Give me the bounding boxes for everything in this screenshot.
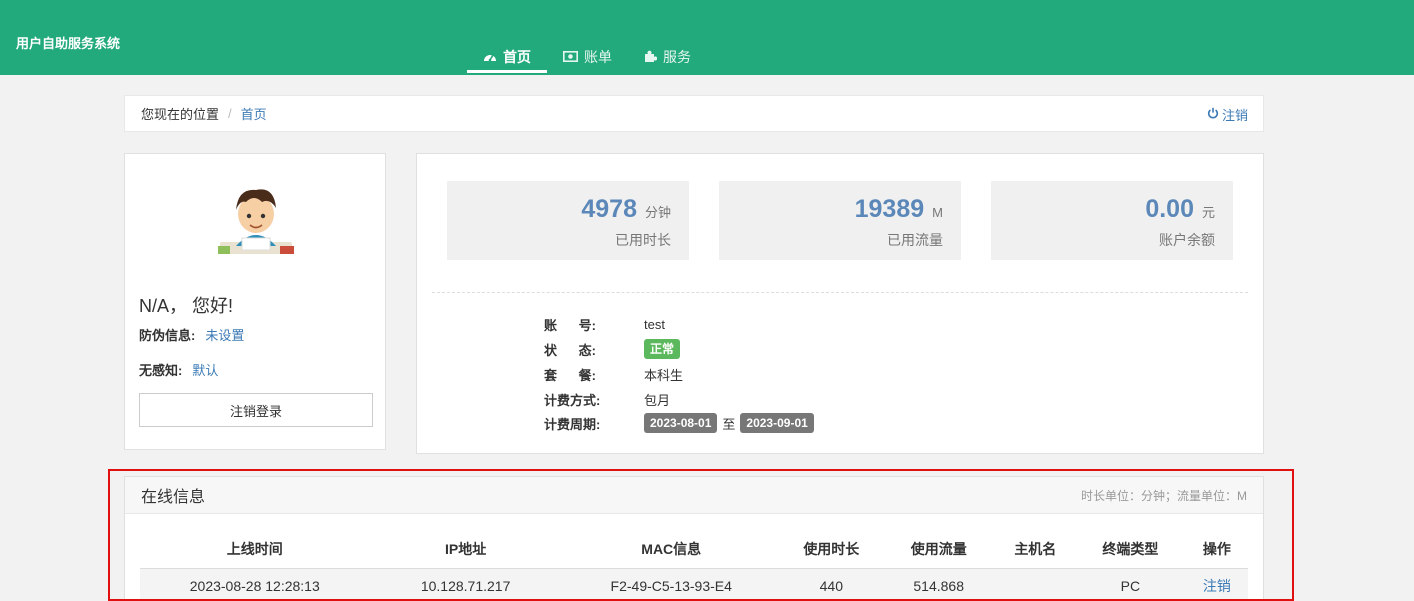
nav-home[interactable]: 首页 (467, 40, 547, 73)
col-traffic: 使用流量 (881, 530, 996, 569)
seamless-row: 无感知: 默认 (139, 360, 218, 379)
stat-traffic: 19389 M 已用流量 (719, 181, 961, 260)
online-table: 上线时间 IP地址 MAC信息 使用时长 使用流量 主机名 终端类型 操作 20… (140, 530, 1248, 601)
account-status-label: 状 态: (544, 342, 597, 358)
user-greeting: N/A， 您好! (139, 296, 234, 316)
cell-terminal: PC (1075, 568, 1186, 601)
nav-bill-label: 账单 (584, 48, 612, 65)
account-plan-row: 套 餐: 本科生 (544, 365, 683, 384)
stat-duration-label: 已用时长 (615, 232, 671, 248)
col-ip: IP地址 (369, 530, 562, 569)
stat-balance: 0.00 元 账户余额 (991, 181, 1233, 260)
table-header-row: 上线时间 IP地址 MAC信息 使用时长 使用流量 主机名 终端类型 操作 (140, 530, 1248, 569)
stat-balance-value: 0.00 (1145, 195, 1194, 223)
online-info-header: 在线信息 时长单位：分钟；流量单位：M (125, 477, 1263, 514)
account-id-value: test (644, 317, 665, 332)
cell-hostname (995, 568, 1076, 601)
stat-duration-unit: 分钟 (644, 205, 671, 220)
dashboard-icon (483, 51, 497, 63)
account-id-row: 账 号: test (544, 315, 665, 334)
stat-balance-unit: 元 (1201, 205, 1215, 220)
top-header: 用户自助服务系统 首页 账单 服务 (0, 0, 1414, 75)
col-duration: 使用时长 (780, 530, 882, 569)
account-id-label: 账 号: (544, 318, 597, 333)
account-period-row: 计费周期: 2023-08-01 至 2023-09-01 (544, 413, 814, 433)
avatar (218, 189, 294, 254)
table-row: 2023-08-28 12:28:13 10.128.71.217 F2-49-… (140, 568, 1248, 601)
logout-button[interactable]: 注销登录 (139, 393, 373, 427)
nav-service[interactable]: 服务 (628, 40, 707, 73)
nav-home-label: 首页 (503, 48, 531, 65)
account-plan-label: 套 餐: (544, 368, 597, 383)
user-card: N/A， 您好! 防伪信息: 未设置 无感知: 默认 注销登录 (124, 153, 386, 450)
nav-bill[interactable]: 账单 (547, 40, 628, 73)
col-terminal: 终端类型 (1075, 530, 1186, 569)
breadcrumb-separator: / (228, 106, 232, 121)
anti-phishing-label: 防伪信息: (139, 328, 196, 343)
account-billing-label: 计费方式: (544, 393, 601, 408)
account-billing-row: 计费方式: 包月 (544, 390, 670, 409)
divider (432, 292, 1248, 293)
stat-duration-value: 4978 (581, 195, 637, 223)
period-to-text: 至 (722, 416, 736, 432)
col-hostname: 主机名 (995, 530, 1076, 569)
cell-ip: 10.128.71.217 (369, 568, 562, 601)
period-end-badge: 2023-09-01 (740, 413, 814, 433)
power-icon (1207, 107, 1219, 122)
anti-phishing-value[interactable]: 未设置 (205, 325, 244, 344)
top-logout-label: 注销 (1221, 108, 1248, 123)
stat-traffic-label: 已用流量 (887, 232, 943, 248)
top-logout-link[interactable]: 注销 (1207, 105, 1248, 124)
col-online-time: 上线时间 (140, 530, 370, 569)
stats-card: 4978 分钟 已用时长 19389 M 已用流量 0.00 元 账户余额 账 … (416, 153, 1264, 454)
anti-phishing-row: 防伪信息: 未设置 (139, 325, 244, 344)
cell-online-time: 2023-08-28 12:28:13 (140, 568, 370, 601)
stat-traffic-unit: M (932, 205, 943, 220)
cell-action: 注销 (1185, 568, 1248, 601)
col-action: 操作 (1185, 530, 1248, 569)
puzzle-icon (644, 50, 657, 63)
seamless-label: 无感知: (139, 363, 183, 378)
status-badge: 正常 (644, 339, 681, 359)
account-billing-value: 包月 (644, 393, 671, 408)
nav-service-label: 服务 (663, 48, 691, 65)
breadcrumb: 您现在的位置 / 首页 注销 (124, 95, 1264, 132)
account-status-row: 状 态: 正常 (544, 339, 681, 359)
online-info-title: 在线信息 (141, 489, 206, 506)
breadcrumb-prefix: 您现在的位置 (141, 107, 220, 122)
app-title: 用户自助服务系统 (16, 36, 121, 51)
cell-mac: F2-49-C5-13-93-E4 (561, 568, 781, 601)
cell-duration: 440 (780, 568, 882, 601)
account-plan-value: 本科生 (644, 368, 684, 383)
row-logout-link[interactable]: 注销 (1203, 578, 1231, 594)
online-info-note: 时长单位：分钟；流量单位：M (1081, 488, 1247, 503)
stat-balance-label: 账户余额 (1159, 232, 1215, 248)
period-start-badge: 2023-08-01 (644, 413, 718, 433)
stat-duration: 4978 分钟 已用时长 (447, 181, 689, 260)
account-period-label: 计费周期: (544, 416, 601, 432)
breadcrumb-current[interactable]: 首页 (241, 104, 267, 123)
cell-traffic: 514.868 (881, 568, 996, 601)
money-icon (563, 51, 578, 62)
seamless-value[interactable]: 默认 (192, 360, 218, 379)
col-mac: MAC信息 (561, 530, 781, 569)
online-info-panel: 在线信息 时长单位：分钟；流量单位：M 上线时间 IP地址 MAC信息 使用时长… (124, 476, 1264, 601)
stat-traffic-value: 19389 (854, 195, 925, 223)
main-nav: 首页 账单 服务 (467, 40, 707, 73)
